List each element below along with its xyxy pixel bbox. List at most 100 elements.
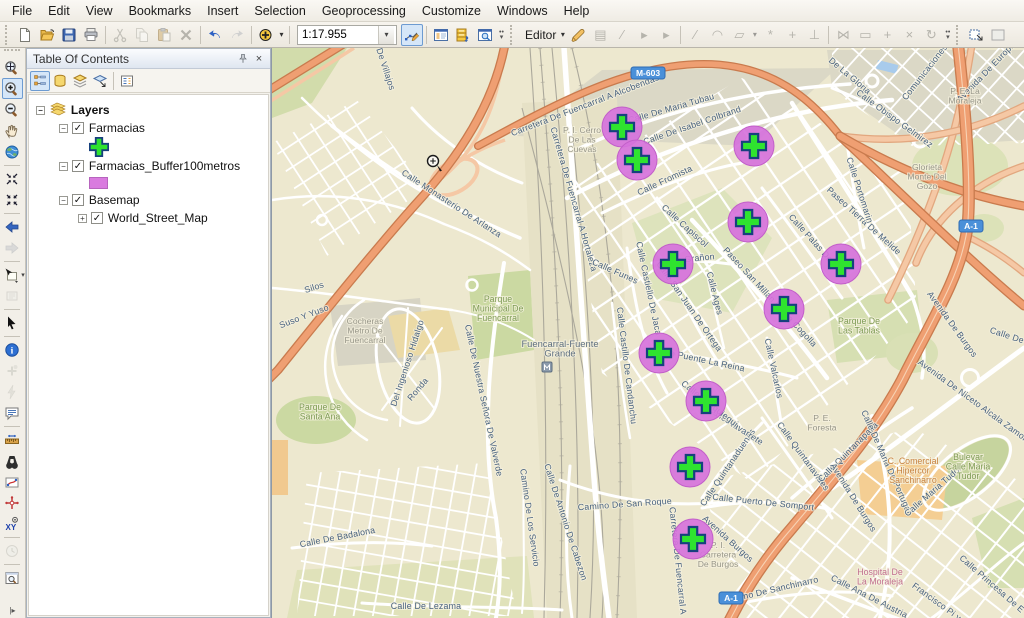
list-by-selection-icon[interactable] xyxy=(90,71,110,91)
find-icon[interactable] xyxy=(2,450,23,471)
pharmacy-buffer-marker[interactable] xyxy=(617,140,657,180)
line-tool-icon: ∕ xyxy=(684,24,706,46)
list-by-source-icon[interactable] xyxy=(50,71,70,91)
editor-menu-button[interactable]: Editor xyxy=(519,26,558,44)
pharmacy-buffer-marker[interactable] xyxy=(639,333,679,373)
go-to-xy-icon[interactable]: XY xyxy=(2,513,23,534)
select-features-icon[interactable] xyxy=(0,264,21,285)
menu-insert[interactable]: Insert xyxy=(199,1,246,21)
redo-icon xyxy=(226,24,248,46)
zoom-out-icon[interactable] xyxy=(2,99,23,120)
list-by-visibility-icon[interactable] xyxy=(70,71,90,91)
menu-help[interactable]: Help xyxy=(556,1,598,21)
continuous-zoom-icon[interactable] xyxy=(2,57,23,78)
viewer-window-icon[interactable] xyxy=(2,567,23,588)
map-viewport[interactable]: Carretera De Fuencarral A AlcobendasCall… xyxy=(271,48,1024,618)
dropdown-arrow-icon[interactable]: ▾ xyxy=(558,30,567,39)
full-extent-icon[interactable] xyxy=(2,141,23,162)
toolbar-overflow[interactable]: ••▾ xyxy=(496,24,507,46)
new-document-icon[interactable] xyxy=(14,24,36,46)
dropdown-arrow-icon[interactable]: ▾ xyxy=(277,30,286,39)
select-features-group[interactable]: ▾ xyxy=(0,264,25,285)
dropdown-arrow-icon[interactable]: ▾ xyxy=(750,24,759,46)
toolbar-overflow[interactable]: |▸ xyxy=(9,606,15,618)
menu-file[interactable]: File xyxy=(4,1,40,21)
toc-layer-basemap: −✓ Basemap xyxy=(29,191,268,209)
select-elements-icon[interactable] xyxy=(2,312,23,333)
scale-dropdown-icon[interactable]: ▾ xyxy=(378,26,394,44)
layer-checkbox[interactable]: ✓ xyxy=(91,212,103,224)
toc-window-icon[interactable] xyxy=(430,24,452,46)
scale-input[interactable] xyxy=(298,29,378,41)
zoom-in-icon[interactable] xyxy=(2,78,23,99)
collapse-icon[interactable]: − xyxy=(59,162,68,171)
toolbar-separator xyxy=(110,71,117,91)
fixed-zoom-out-icon[interactable] xyxy=(2,189,23,210)
layer-checkbox[interactable]: ✓ xyxy=(72,122,84,134)
pharmacy-buffer-marker[interactable] xyxy=(686,381,726,421)
dropdown-arrow-icon[interactable]: ▾ xyxy=(21,271,25,279)
menu-selection[interactable]: Selection xyxy=(246,1,313,21)
pharmacy-buffer-marker[interactable] xyxy=(764,289,804,329)
pharmacy-buffer-marker[interactable] xyxy=(673,519,713,559)
pan-icon[interactable] xyxy=(2,120,23,141)
toolbar-grip[interactable] xyxy=(510,25,516,45)
menu-view[interactable]: View xyxy=(78,1,121,21)
expand-icon[interactable]: + xyxy=(78,214,87,223)
toc-title: Table Of Contents xyxy=(33,52,235,66)
open-folder-icon[interactable] xyxy=(36,24,58,46)
edit-vertices-icon[interactable] xyxy=(401,24,423,46)
undo-icon[interactable] xyxy=(204,24,226,46)
add-data-icon[interactable] xyxy=(255,24,277,46)
menu-geoprocessing[interactable]: Geoprocessing xyxy=(314,1,414,21)
toolbar-overflow[interactable]: ••▾ xyxy=(942,24,953,46)
collapse-icon[interactable]: − xyxy=(59,124,68,133)
editor-pencil-icon[interactable] xyxy=(567,24,589,46)
html-popup-icon[interactable] xyxy=(2,402,23,423)
layer-label[interactable]: Layers xyxy=(71,103,110,117)
map-canvas[interactable]: Carretera De Fuencarral A AlcobendasCall… xyxy=(272,48,1024,618)
menu-bookmarks[interactable]: Bookmarks xyxy=(121,1,200,21)
pharmacy-buffer-marker[interactable] xyxy=(653,244,693,284)
measure-icon[interactable] xyxy=(2,429,23,450)
partial-cut-icon[interactable] xyxy=(987,24,1009,46)
catalog-icon[interactable] xyxy=(452,24,474,46)
pharmacy-buffer-marker[interactable] xyxy=(728,202,768,242)
fixed-zoom-in-icon[interactable] xyxy=(2,168,23,189)
list-by-drawing-order-icon[interactable] xyxy=(30,71,50,91)
save-icon[interactable] xyxy=(58,24,80,46)
layer-checkbox[interactable]: ✓ xyxy=(72,194,84,206)
scale-combo[interactable]: ▾ xyxy=(297,25,397,45)
layer-checkbox[interactable]: ✓ xyxy=(72,160,84,172)
toolbar-grip[interactable] xyxy=(4,49,20,55)
pharmacy-buffer-marker[interactable] xyxy=(734,126,774,166)
collapse-icon[interactable]: − xyxy=(36,106,45,115)
menu-customize[interactable]: Customize xyxy=(414,1,489,21)
layer-label[interactable]: Basemap xyxy=(89,193,140,207)
layer-label[interactable]: Farmacias xyxy=(89,121,145,135)
junction-icon[interactable] xyxy=(2,492,23,513)
print-icon[interactable] xyxy=(80,24,102,46)
layer-label[interactable]: World_Street_Map xyxy=(108,211,208,225)
back-extent-icon[interactable] xyxy=(2,216,23,237)
toolbar-grip[interactable] xyxy=(956,25,962,45)
svg-text:XY: XY xyxy=(6,523,17,532)
close-icon[interactable]: × xyxy=(251,51,267,67)
options-icon[interactable] xyxy=(117,71,137,91)
toolbar-grip[interactable] xyxy=(5,25,11,45)
pharmacy-buffer-marker[interactable] xyxy=(821,244,861,284)
standard-toolbar: ▾▾••▾Editor▾▤∕▸▸∕◠▱▾*+⊥⋈▭+×↻••▾ xyxy=(0,22,1024,48)
search-window-icon[interactable] xyxy=(474,24,496,46)
lightning-icon xyxy=(2,381,23,402)
pin-icon[interactable] xyxy=(235,51,251,67)
clip-tool-icon: ⋈ xyxy=(832,24,854,46)
select-box-icon[interactable] xyxy=(965,24,987,46)
park-label: Parque DeLas Tablas xyxy=(838,316,881,336)
menu-windows[interactable]: Windows xyxy=(489,1,556,21)
layer-label[interactable]: Farmacias_Buffer100metros xyxy=(89,159,240,173)
pharmacy-buffer-marker[interactable] xyxy=(670,447,710,487)
menu-edit[interactable]: Edit xyxy=(40,1,78,21)
collapse-icon[interactable]: − xyxy=(59,196,68,205)
identify-icon[interactable]: i xyxy=(2,339,23,360)
find-route-icon[interactable] xyxy=(2,471,23,492)
